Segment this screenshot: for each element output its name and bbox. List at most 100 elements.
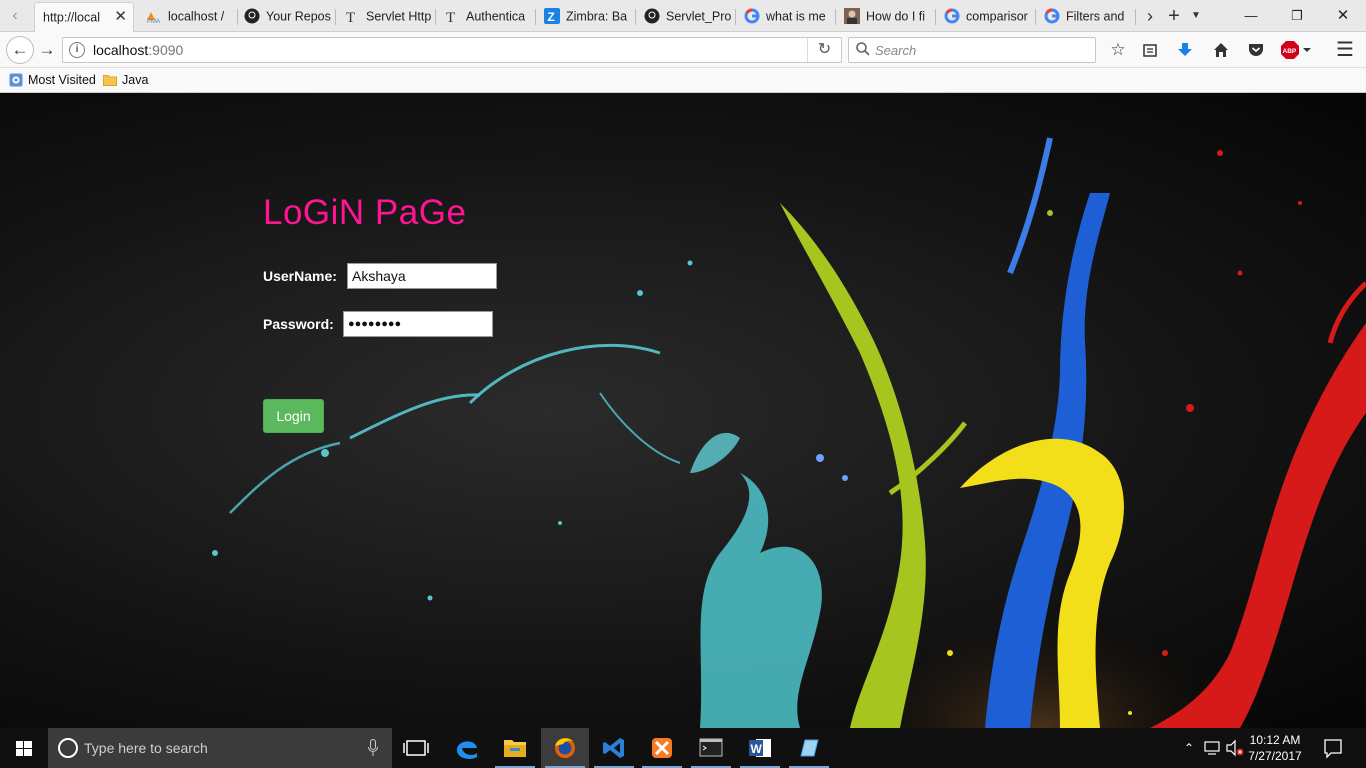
maximize-button[interactable]: ❐ bbox=[1274, 0, 1320, 32]
microphone-icon[interactable] bbox=[368, 739, 378, 757]
login-page: LoGiN PaGe UserName: Password: ●●●●●●●● … bbox=[0, 93, 1366, 728]
home-icon[interactable] bbox=[1209, 38, 1233, 62]
taskbar-app-window[interactable] bbox=[785, 728, 833, 768]
tab-title: Zimbra: Ba bbox=[566, 9, 628, 24]
tab-title: localhost / bbox=[168, 9, 225, 24]
tab-scroll-right-button[interactable]: › bbox=[1140, 0, 1160, 32]
password-field[interactable]: ●●●●●●●● bbox=[343, 311, 493, 337]
clock-date: 7/27/2017 bbox=[1248, 749, 1302, 763]
github-icon bbox=[644, 8, 660, 24]
taskbar-visual-studio-code[interactable] bbox=[590, 728, 638, 768]
taskbar-clock[interactable]: 10:12 AM 7/27/2017 bbox=[1244, 732, 1306, 764]
url-bar[interactable]: i localhost:9090 ↻ bbox=[62, 37, 842, 63]
minimize-button[interactable]: — bbox=[1228, 0, 1274, 32]
back-button[interactable]: ← bbox=[6, 36, 34, 64]
bookmark-label: Java bbox=[122, 73, 149, 87]
show-hidden-icons-button[interactable]: ⌃ bbox=[1178, 728, 1200, 768]
start-button[interactable] bbox=[0, 728, 48, 768]
taskbar-word[interactable]: W bbox=[736, 728, 784, 768]
avatar-icon bbox=[844, 7, 860, 24]
volume-muted-icon[interactable] bbox=[1224, 728, 1246, 768]
adblock-plus-icon[interactable]: ABP bbox=[1280, 38, 1316, 62]
bookmark-most-visited[interactable]: Most Visited bbox=[9, 72, 96, 88]
tab-title: Authentica bbox=[466, 9, 526, 24]
tab-authentication[interactable]: T Authentica bbox=[438, 2, 536, 32]
bookmark-star-icon[interactable]: ☆ bbox=[1106, 38, 1130, 62]
tab-localhost-9090[interactable]: http://local ✕ bbox=[34, 2, 134, 32]
taskbar-firefox[interactable] bbox=[541, 728, 589, 768]
tab-title: comparisor bbox=[966, 9, 1028, 24]
tab-zimbra[interactable]: Z Zimbra: Ba bbox=[538, 2, 636, 32]
word-icon: W bbox=[749, 739, 771, 757]
svg-text:Z: Z bbox=[548, 10, 555, 24]
site-info-icon[interactable]: i bbox=[69, 42, 85, 58]
bookmarks-menu-icon[interactable] bbox=[1138, 38, 1162, 62]
username-field[interactable] bbox=[347, 263, 497, 289]
windows-taskbar: Type here to search W ⌃ 10:12 AM 7/27/20… bbox=[0, 728, 1366, 768]
new-tab-button[interactable]: + bbox=[1162, 0, 1186, 32]
network-icon[interactable] bbox=[1202, 728, 1224, 768]
app-window-icon bbox=[800, 739, 819, 757]
page-title: LoGiN PaGe bbox=[263, 193, 467, 232]
action-center-icon[interactable] bbox=[1318, 728, 1348, 768]
url-port: :9090 bbox=[148, 42, 184, 58]
forward-button[interactable]: → bbox=[36, 36, 58, 64]
taskbar-command-prompt[interactable] bbox=[687, 728, 735, 768]
pocket-icon[interactable] bbox=[1244, 38, 1268, 62]
github-icon bbox=[244, 8, 260, 24]
tab-title: http://local bbox=[43, 10, 100, 25]
tab-strip: ‹ http://local ✕ PMA localhost / Your Rep… bbox=[0, 0, 1366, 32]
xampp-icon bbox=[652, 738, 672, 758]
tab-title: How do I fi bbox=[866, 9, 926, 24]
tab-title: what is me bbox=[766, 9, 826, 24]
tab-servlet-http[interactable]: T Servlet Http bbox=[338, 2, 436, 32]
taskbar-search-box[interactable]: Type here to search bbox=[48, 728, 392, 768]
google-icon bbox=[944, 8, 960, 24]
tab-title: Servlet_Pro bbox=[666, 9, 732, 24]
cortana-icon bbox=[58, 738, 78, 758]
search-placeholder: Search bbox=[875, 43, 917, 58]
most-visited-icon bbox=[9, 73, 23, 87]
bookmark-folder-java[interactable]: Java bbox=[103, 72, 148, 88]
bookmark-label: Most Visited bbox=[28, 73, 96, 87]
close-window-button[interactable]: ✕ bbox=[1320, 0, 1366, 32]
close-tab-icon[interactable]: ✕ bbox=[114, 3, 127, 31]
google-icon bbox=[1044, 8, 1060, 24]
edge-icon bbox=[457, 741, 477, 759]
taskbar-search-placeholder: Type here to search bbox=[84, 740, 208, 756]
hamburger-menu-icon[interactable]: ☰ bbox=[1333, 38, 1357, 62]
visual-studio-icon bbox=[603, 738, 624, 758]
downloads-icon[interactable] bbox=[1173, 38, 1197, 62]
tab-scroll-left-button[interactable]: ‹ bbox=[0, 0, 30, 32]
tab-comparison[interactable]: comparisor bbox=[938, 2, 1036, 32]
tab-title: Your Repos bbox=[266, 9, 331, 24]
svg-text:T: T bbox=[446, 10, 455, 24]
username-label: UserName: bbox=[263, 268, 337, 284]
tab-your-repos[interactable]: Your Repos bbox=[238, 2, 336, 32]
abp-label: ABP bbox=[1283, 48, 1297, 55]
list-all-tabs-button[interactable]: ▼ bbox=[1186, 0, 1206, 32]
url-text[interactable]: localhost:9090 bbox=[93, 42, 183, 58]
paint-splash-background-image bbox=[212, 137, 1366, 728]
svg-text:T: T bbox=[346, 10, 355, 24]
tab-how-do-i[interactable]: How do I fi bbox=[838, 2, 936, 32]
login-button[interactable]: Login bbox=[263, 399, 324, 433]
search-input[interactable]: Search bbox=[848, 37, 1096, 63]
phpmyadmin-icon: PMA bbox=[147, 11, 160, 24]
tab-what-is-me[interactable]: what is me bbox=[738, 2, 836, 32]
url-host: localhost bbox=[93, 42, 149, 58]
tab-servlet-pro[interactable]: Servlet_Pro bbox=[638, 2, 736, 32]
taskbar-edge[interactable] bbox=[443, 728, 491, 768]
taskbar-xampp[interactable] bbox=[638, 728, 686, 768]
bookmarks-toolbar: Most Visited Java bbox=[0, 68, 1366, 93]
clock-time: 10:12 AM bbox=[1249, 733, 1301, 747]
file-explorer-icon bbox=[504, 740, 526, 757]
tab-phpmyadmin[interactable]: PMA localhost / bbox=[140, 2, 238, 32]
svg-text:W: W bbox=[751, 742, 763, 756]
tab-filters-and[interactable]: Filters and bbox=[1038, 2, 1136, 32]
reload-icon[interactable]: ↻ bbox=[807, 38, 841, 62]
task-view-button[interactable] bbox=[392, 728, 440, 768]
taskbar-file-explorer[interactable] bbox=[491, 728, 539, 768]
task-view-icon bbox=[403, 740, 429, 756]
folder-icon bbox=[103, 74, 117, 86]
